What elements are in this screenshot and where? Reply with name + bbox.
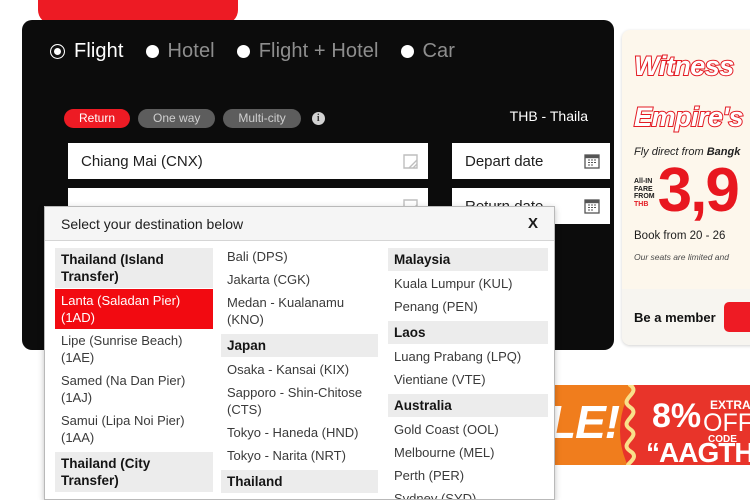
dropdown-body: Thailand (Island Transfer) Lanta (Salada… bbox=[45, 241, 554, 499]
promo-allin-label: All-IN FARE FROM THB bbox=[634, 178, 655, 208]
list-item[interactable]: Bangkok - Don Mueang bbox=[221, 494, 378, 499]
calendar-icon[interactable] bbox=[584, 198, 600, 214]
trip-type-flight-hotel-label: Flight + Hotel bbox=[258, 40, 379, 62]
list-item[interactable]: Penang (PEN) bbox=[388, 295, 548, 318]
list-item[interactable]: Lipe (Sunrise Beach) (1AE) bbox=[55, 329, 213, 369]
group-header: Laos bbox=[388, 321, 548, 344]
trip-type-flight[interactable]: Flight bbox=[50, 40, 124, 63]
tab-return[interactable]: Return bbox=[64, 109, 131, 128]
list-item[interactable]: Kuala Lumpur (KUL) bbox=[388, 272, 548, 295]
squiggle-decoration bbox=[616, 385, 646, 465]
list-item[interactable]: Bali (DPS) bbox=[221, 245, 378, 268]
origin-input-value: Chiang Mai (CNX) bbox=[81, 152, 203, 170]
list-item[interactable]: Tokyo - Haneda (HND) bbox=[221, 421, 378, 444]
destination-dropdown: Select your destination below X Thailand… bbox=[44, 206, 555, 500]
allin-line-4: THB bbox=[634, 200, 649, 208]
tab-one-way[interactable]: One way bbox=[138, 109, 216, 128]
fare-type-tabs: Return One way Multi-city i bbox=[64, 109, 325, 128]
group-header: Japan bbox=[221, 334, 378, 357]
promo-book-dates: Book from 20 - 26 bbox=[634, 230, 726, 242]
list-item[interactable]: Perth (PER) bbox=[388, 464, 548, 487]
trip-type-hotel-label: Hotel bbox=[167, 40, 215, 62]
close-icon[interactable]: X bbox=[526, 215, 540, 232]
dropdown-column-3: Malaysia Kuala Lumpur (KUL) Penang (PEN)… bbox=[384, 245, 554, 499]
promo-headline-1: Witness bbox=[633, 51, 735, 82]
banner-percent: 8% bbox=[652, 397, 702, 435]
dropdown-column-1: Thailand (Island Transfer) Lanta (Salada… bbox=[45, 245, 219, 499]
list-item[interactable]: Medan - Kualanamu (KNO) bbox=[221, 291, 378, 331]
origin-input[interactable]: Chiang Mai (CNX) bbox=[68, 143, 428, 179]
promo-headline-2: Empire's bbox=[633, 102, 744, 133]
be-a-member-label: Be a member bbox=[634, 309, 716, 325]
promo-card[interactable]: Witness Empire's Fly direct from Bangk A… bbox=[622, 30, 750, 345]
list-item[interactable]: Melbourne (MEL) bbox=[388, 441, 548, 464]
calendar-icon[interactable] bbox=[584, 153, 600, 169]
list-item[interactable]: Vientiane (VTE) bbox=[388, 368, 548, 391]
trip-type-hotel[interactable]: Hotel bbox=[145, 40, 215, 63]
list-item[interactable]: Luang Prabang (LPQ) bbox=[388, 345, 548, 368]
group-header: Thailand bbox=[221, 470, 378, 493]
page-root: LE! 8% EXTRA OFF CODE “AAGTH8 Witness Em… bbox=[0, 0, 750, 500]
trip-type-flight-label: Flight bbox=[74, 40, 124, 62]
group-header: Australia bbox=[388, 394, 548, 417]
allin-line-3: FROM bbox=[634, 193, 655, 200]
list-item[interactable]: Lanta (Saladan Pier) (1AD) bbox=[55, 289, 213, 329]
list-item[interactable]: Sydney (SYD) bbox=[388, 487, 548, 499]
dropdown-header: Select your destination below X bbox=[45, 207, 554, 241]
list-item[interactable]: Gold Coast (OOL) bbox=[388, 418, 548, 441]
tab-multi-city[interactable]: Multi-city bbox=[223, 109, 301, 128]
dropdown-title: Select your destination below bbox=[61, 215, 244, 232]
promo-price-row: All-IN FARE FROM THB 3,9 bbox=[622, 156, 750, 225]
promo-disclaimer: Our seats are limited and bbox=[634, 252, 729, 262]
trip-type-flight-hotel[interactable]: Flight + Hotel bbox=[236, 40, 379, 63]
radio-car-icon bbox=[400, 45, 414, 58]
radio-hotel-icon bbox=[145, 45, 159, 58]
allin-line-1: All-IN bbox=[634, 178, 653, 185]
depart-date-input[interactable]: Depart date bbox=[452, 143, 610, 179]
allin-line-2: FARE bbox=[634, 185, 653, 193]
list-item[interactable]: Osaka - Kansai (KIX) bbox=[221, 358, 378, 381]
dropdown-column-2: Bali (DPS) Jakarta (CGK) Medan - Kualana… bbox=[219, 245, 384, 499]
banner-off-label: OFF bbox=[703, 409, 750, 437]
list-item[interactable]: Tokyo - Narita (NRT) bbox=[221, 444, 378, 467]
promo-price: 3,9 bbox=[657, 156, 740, 225]
group-header: Thailand (City Transfer) bbox=[55, 452, 213, 492]
group-header: Thailand (Island Transfer) bbox=[55, 248, 213, 288]
resize-grip-icon[interactable] bbox=[403, 153, 418, 169]
depart-date-placeholder: Depart date bbox=[465, 152, 544, 170]
banner-sale-text: LE! bbox=[548, 396, 620, 448]
list-item[interactable]: Jakarta (CGK) bbox=[221, 268, 378, 291]
currency-selector[interactable]: THB - Thaila bbox=[510, 108, 588, 124]
group-header: Malaysia bbox=[388, 248, 548, 271]
promo-cta-button[interactable] bbox=[723, 302, 750, 332]
list-item[interactable]: Samed (Na Dan Pier) (1AJ) bbox=[55, 369, 213, 409]
radio-flight-hotel-icon bbox=[236, 45, 250, 58]
radio-flight-icon bbox=[50, 44, 65, 59]
trip-type-car[interactable]: Car bbox=[400, 40, 456, 63]
list-item[interactable]: Sapporo - Shin-Chitose (CTS) bbox=[221, 381, 378, 421]
list-item[interactable]: Pattaya - Downtown (CentralFestival Patt… bbox=[55, 493, 213, 499]
list-item[interactable]: Samui (Lipa Noi Pier) (1AA) bbox=[55, 409, 213, 449]
trip-type-car-label: Car bbox=[422, 40, 456, 62]
promo-footer: Be a member bbox=[622, 289, 750, 345]
trip-type-radio-group: Flight Hotel Flight + Hotel Car bbox=[50, 40, 477, 63]
info-icon[interactable]: i bbox=[311, 112, 325, 125]
banner-promo-code: “AAGTH8 bbox=[646, 437, 750, 466]
